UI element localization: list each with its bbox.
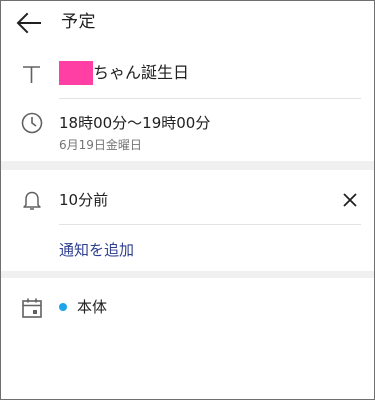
calendar-color-dot	[59, 303, 67, 311]
clock-icon	[21, 112, 43, 134]
calendar-name[interactable]: 本体	[77, 297, 107, 317]
remove-notification-button[interactable]	[338, 188, 362, 212]
event-title-field[interactable]: ちゃん誕生日	[93, 63, 189, 83]
app-header: 予定	[1, 1, 374, 45]
section-separator	[1, 161, 374, 170]
app-frame: 予定 ちゃん誕生日 18時00分〜19時00分 6月19日金曜日 10分前 通知…	[0, 0, 375, 400]
title-text-icon	[23, 66, 40, 83]
event-date-text: 6月19日金曜日	[59, 138, 142, 152]
notification-value[interactable]: 10分前	[59, 190, 108, 210]
calendar-icon	[22, 298, 42, 318]
add-notification-link[interactable]: 通知を追加	[59, 240, 134, 260]
notification-divider	[59, 224, 361, 225]
title-divider	[59, 98, 361, 99]
section-separator-2	[1, 271, 374, 278]
back-arrow-icon	[16, 12, 41, 34]
redacted-name-block	[59, 61, 93, 85]
page-title: 予定	[61, 12, 96, 32]
bell-icon	[23, 191, 41, 210]
back-button[interactable]	[16, 11, 42, 35]
time-range-field[interactable]: 18時00分〜19時00分	[59, 113, 210, 133]
close-icon	[343, 193, 357, 207]
